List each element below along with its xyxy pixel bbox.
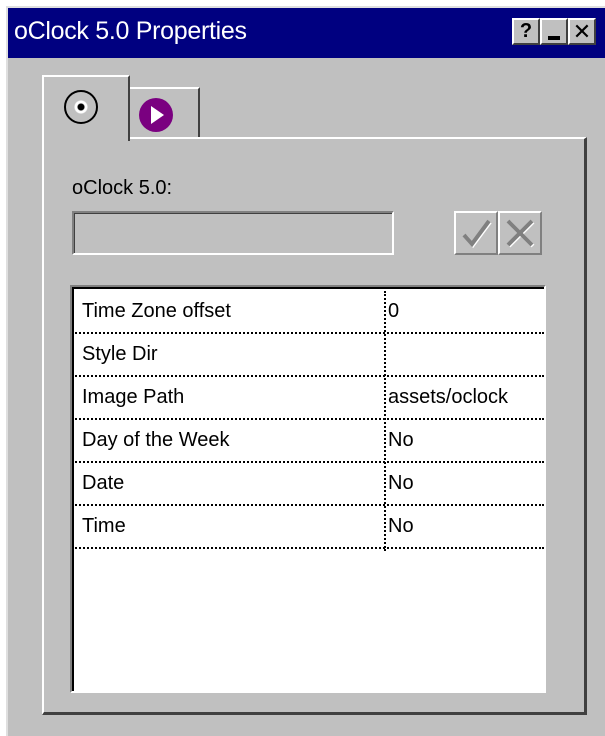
help-icon: ? [519,20,533,42]
property-row[interactable]: Day of the Week No [72,420,544,463]
play-icon [139,98,173,132]
property-value[interactable]: No [388,515,544,538]
tab-panel: oClock 5.0: Time Zone offset 0 Style Dir… [42,137,587,715]
close-button[interactable]: ✕ [568,18,596,45]
help-button[interactable]: ? [512,18,540,45]
apply-button[interactable] [454,211,498,255]
property-row[interactable]: Style Dir [72,334,544,377]
property-name: Image Path [82,386,185,408]
title-bar[interactable]: oClock 5.0 Properties ? ✕ [8,8,605,58]
tab-general[interactable] [42,75,130,141]
property-name: Date [82,472,125,494]
property-value[interactable]: 0 [388,300,544,323]
minimize-button[interactable] [540,18,568,45]
checkmark-icon [462,219,492,249]
property-row[interactable]: Time No [72,506,544,549]
property-name: Time [82,515,126,537]
property-name: Style Dir [82,343,158,365]
close-icon: ✕ [572,18,592,44]
properties-window: oClock 5.0 Properties ? ✕ oClock 5.0: Ti… [6,6,605,736]
property-name: Day of the Week [82,429,230,451]
property-name: Time Zone offset [82,300,231,322]
name-input[interactable] [72,211,394,255]
column-divider[interactable] [384,291,386,551]
property-value[interactable]: assets/oclock [388,386,544,409]
property-row[interactable]: Date No [72,463,544,506]
tab-media[interactable] [128,87,200,139]
cross-icon [506,219,535,248]
property-value[interactable]: No [388,429,544,452]
property-list[interactable]: Time Zone offset 0 Style Dir Image Path … [70,285,546,693]
property-row[interactable]: Image Path assets/oclock [72,377,544,420]
minimize-icon [548,35,560,40]
window-title: oClock 5.0 Properties [14,17,247,45]
property-row[interactable]: Time Zone offset 0 [72,291,544,334]
property-value[interactable]: No [388,472,544,495]
cd-icon [64,90,98,124]
cancel-button[interactable] [498,211,542,255]
component-label: oClock 5.0: [72,177,173,199]
